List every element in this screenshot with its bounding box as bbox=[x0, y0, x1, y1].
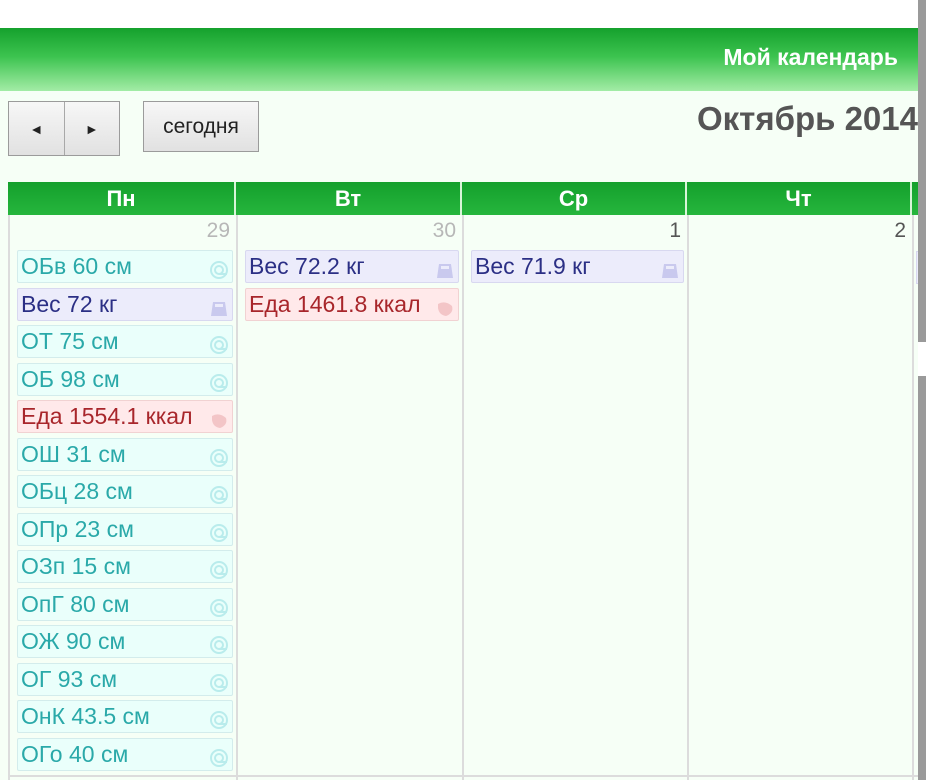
event-label: ОГ 93 см bbox=[21, 666, 118, 692]
event-label: Вес 72.2 кг bbox=[249, 253, 365, 279]
food-icon bbox=[209, 407, 229, 428]
day-number: 30 bbox=[432, 219, 456, 242]
event-label: ОБц 28 см bbox=[21, 478, 133, 504]
tape-measure-icon bbox=[209, 332, 229, 354]
weekday-tue: Вт bbox=[236, 182, 462, 215]
tape-measure-icon bbox=[209, 670, 229, 692]
event-label: ОТ 75 см bbox=[21, 328, 119, 354]
grid-bottom-border bbox=[8, 775, 918, 777]
event-label: ОнК 43.5 см bbox=[21, 703, 150, 729]
food-icon bbox=[435, 295, 455, 316]
tape-measure-icon bbox=[209, 520, 229, 542]
calendar-event-measure[interactable]: ОГ 93 см bbox=[17, 663, 233, 696]
calendar-event-food[interactable]: Еда 1461.8 ккал bbox=[245, 288, 459, 321]
calendar-event-measure[interactable]: ОЖ 90 см bbox=[17, 625, 233, 658]
event-label: Вес 71.9 кг bbox=[475, 253, 591, 279]
month-title: Октябрь 2014 bbox=[696, 100, 918, 137]
day-cell[interactable]: 2 bbox=[687, 215, 912, 780]
weekday-mon: Пн bbox=[8, 182, 236, 215]
tape-measure-icon bbox=[209, 707, 229, 729]
event-label: Еда 1554.1 ккал bbox=[21, 403, 193, 429]
vertical-scrollbar[interactable] bbox=[918, 0, 926, 780]
tape-measure-icon bbox=[209, 370, 229, 392]
tape-measure-icon bbox=[209, 745, 229, 767]
event-label: ОпГ 80 см bbox=[21, 591, 130, 617]
event-label: Вес 72 кг bbox=[21, 291, 118, 317]
prev-month-button[interactable]: ◄ bbox=[9, 102, 65, 155]
calendar-event-measure[interactable]: ОШ 31 см bbox=[17, 438, 233, 471]
app-title: Мой календарь bbox=[723, 44, 898, 70]
tape-measure-icon bbox=[209, 632, 229, 654]
tape-measure-icon bbox=[209, 257, 229, 279]
scale-icon bbox=[660, 257, 680, 278]
tape-measure-icon bbox=[209, 557, 229, 579]
event-label: Еда 1461.8 ккал bbox=[249, 291, 421, 317]
weekday-thu: Чт bbox=[687, 182, 912, 215]
today-button[interactable]: сегодня bbox=[143, 101, 259, 152]
next-month-button[interactable]: ► bbox=[64, 102, 119, 155]
calendar-event-food[interactable]: Еда 1554.1 ккал bbox=[17, 400, 233, 433]
calendar-event-measure[interactable]: ОЗп 15 см bbox=[17, 550, 233, 583]
event-label: ОЖ 90 см bbox=[21, 628, 126, 654]
weekday-wed: Ср bbox=[462, 182, 687, 215]
calendar-event-measure[interactable]: ОБц 28 см bbox=[17, 475, 233, 508]
calendar-event-weight[interactable]: Вес 71.9 кг bbox=[471, 250, 684, 283]
event-label: ОБв 60 см bbox=[21, 253, 132, 279]
scale-icon bbox=[435, 257, 455, 278]
event-label: ОШ 31 см bbox=[21, 441, 126, 467]
scrollbar-gap bbox=[918, 342, 926, 376]
weekday-header-row: Пн Вт Ср Чт bbox=[8, 182, 918, 215]
calendar-grid: Пн Вт Ср Чт 29 ОБв 60 см Вес 72 кг ОТ 75 см… bbox=[8, 182, 918, 780]
prev-next-group: ◄ ► bbox=[8, 101, 120, 156]
day-number: 1 bbox=[669, 219, 681, 242]
calendar-event-weight[interactable]: Вес 72 кг bbox=[17, 288, 233, 321]
calendar-event-measure[interactable]: ОпГ 80 см bbox=[17, 588, 233, 621]
calendar-event-weight[interactable]: Вес 72.2 кг bbox=[245, 250, 459, 283]
event-label: ОПр 23 см bbox=[21, 516, 134, 542]
event-label: ОБ 98 см bbox=[21, 366, 120, 392]
tape-measure-icon bbox=[209, 595, 229, 617]
day-cell[interactable]: 1 Вес 71.9 кг bbox=[462, 215, 687, 780]
calendar-event-measure[interactable]: ОБ 98 см bbox=[17, 363, 233, 396]
app-header: Мой календарь bbox=[0, 28, 918, 91]
day-number: 2 bbox=[894, 219, 906, 242]
calendar-event-measure[interactable]: ОБв 60 см bbox=[17, 250, 233, 283]
day-number: 29 bbox=[206, 219, 230, 242]
calendar-event-measure[interactable]: ОПр 23 см bbox=[17, 513, 233, 546]
tape-measure-icon bbox=[209, 482, 229, 504]
calendar-event-measure[interactable]: ОГо 40 см bbox=[17, 738, 233, 771]
calendar-event-measure[interactable]: ОТ 75 см bbox=[17, 325, 233, 358]
scale-icon bbox=[209, 295, 229, 316]
day-cell[interactable]: 29 ОБв 60 см Вес 72 кг ОТ 75 см ОБ 98 см Еда … bbox=[8, 215, 236, 780]
calendar-event-measure[interactable]: ОнК 43.5 см bbox=[17, 700, 233, 733]
tape-measure-icon bbox=[209, 445, 229, 467]
event-label: ОЗп 15 см bbox=[21, 553, 131, 579]
day-cell[interactable]: 30 Вес 72.2 кг Еда 1461.8 ккал bbox=[236, 215, 462, 780]
top-strip bbox=[0, 0, 918, 28]
event-label: ОГо 40 см bbox=[21, 741, 129, 767]
